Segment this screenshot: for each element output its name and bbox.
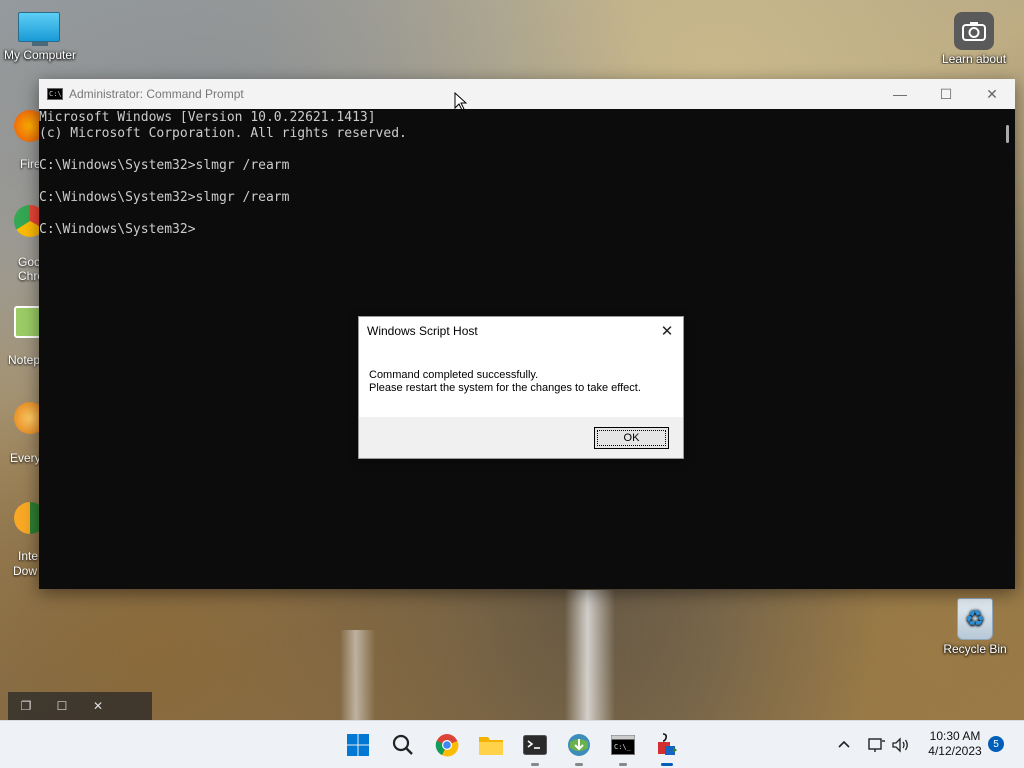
terminal-icon xyxy=(523,735,547,755)
clock-time: 10:30 AM xyxy=(929,729,981,743)
file-explorer-icon xyxy=(479,737,503,755)
system-clock[interactable]: 10:30 AM 4/12/2023 xyxy=(920,729,990,759)
desktop-icon-label: Fire xyxy=(20,157,41,171)
dialog-footer: OK xyxy=(359,417,683,458)
desktop-icon-label: Learn about xyxy=(941,52,1007,64)
camera-icon xyxy=(954,12,994,50)
volume-icon xyxy=(892,737,908,753)
desktop-icon-recycle-bin[interactable]: ♻ Recycle Bin xyxy=(935,598,1015,656)
windows-script-host-dialog[interactable]: Windows Script Host ✕ Command completed … xyxy=(358,316,684,459)
running-indicator xyxy=(619,763,627,766)
wallpaper-waterfall xyxy=(565,590,615,720)
command-prompt-icon: C:\_ xyxy=(611,735,635,755)
search-button[interactable] xyxy=(387,729,419,761)
console-line: C:\Windows\System32>slmgr /rearm xyxy=(39,190,290,205)
desktop-icon-label: My Computer xyxy=(3,48,77,62)
console-line: C:\Windows\System32>slmgr /rearm xyxy=(39,158,290,173)
script-host-icon xyxy=(658,733,677,755)
dialog-message-line: Command completed successfully. xyxy=(369,369,539,381)
network-status[interactable] xyxy=(867,721,887,768)
desktop-icon-label: Goo xyxy=(18,255,41,269)
scrollbar-thumb[interactable] xyxy=(1006,125,1009,143)
ok-button[interactable]: OK xyxy=(594,426,669,449)
recycle-bin-icon: ♻ xyxy=(957,598,993,640)
taskbar-terminal[interactable] xyxy=(519,729,551,766)
terminal-restore-icon[interactable]: ❐ xyxy=(8,699,44,713)
svg-text:C:\_: C:\_ xyxy=(614,743,632,751)
minimize-button[interactable]: — xyxy=(877,79,923,109)
dialog-message-line: Please restart the system for the change… xyxy=(369,382,641,394)
console-prompt: C:\Windows\System32> xyxy=(39,222,196,237)
clock-date: 4/12/2023 xyxy=(928,744,982,758)
desktop-icon-label: Every xyxy=(10,451,41,465)
console-line: Microsoft Windows [Version 10.0.22621.14… xyxy=(39,110,376,125)
console-line: (c) Microsoft Corporation. All rights re… xyxy=(39,126,407,141)
taskbar: C:\_ 10:30 AM 4/12/2023 xyxy=(0,720,1024,768)
minimized-window-bar[interactable]: ❐ ☐ ✕ xyxy=(8,692,152,720)
taskbar-file-explorer[interactable] xyxy=(475,729,507,761)
window-title: Administrator: Command Prompt xyxy=(69,87,244,101)
mouse-cursor-icon xyxy=(454,91,468,116)
search-icon xyxy=(392,734,413,755)
start-icon xyxy=(347,734,369,756)
desktop-icon-my-computer[interactable]: My Computer xyxy=(0,12,80,62)
maximize-button[interactable]: ☐ xyxy=(44,699,80,713)
tray-overflow-chevron[interactable] xyxy=(836,721,852,768)
taskbar-command-prompt[interactable]: C:\_ xyxy=(607,729,639,766)
monitor-icon xyxy=(18,12,62,46)
running-indicator xyxy=(531,763,539,766)
desktop-icon-label: Inte xyxy=(18,549,39,563)
network-icon xyxy=(868,738,885,752)
desktop-icon-label: Dow xyxy=(13,564,38,578)
running-indicator xyxy=(575,763,583,766)
active-indicator xyxy=(661,763,673,766)
window-titlebar[interactable]: C:\ Administrator: Command Prompt — ☐ ✕ xyxy=(39,79,1015,109)
desktop-icon-label: Recycle Bin xyxy=(943,642,1007,656)
desktop-icon-label: Notep xyxy=(8,353,41,367)
close-button[interactable]: ✕ xyxy=(80,699,116,713)
start-button[interactable] xyxy=(342,729,374,761)
command-prompt-icon: C:\ xyxy=(47,88,63,100)
notification-badge[interactable]: 5 xyxy=(988,736,1004,752)
close-button[interactable]: ✕ xyxy=(969,79,1015,109)
dialog-close-button[interactable]: ✕ xyxy=(651,317,683,345)
volume-control[interactable] xyxy=(891,721,911,768)
dialog-titlebar[interactable]: Windows Script Host ✕ xyxy=(359,317,683,345)
vertical-scrollbar[interactable] xyxy=(999,109,1015,589)
taskbar-internet-download-manager[interactable] xyxy=(563,729,595,766)
chrome-icon xyxy=(435,734,459,757)
desktop-icon-learn-about[interactable]: Learn about xyxy=(934,12,1014,64)
internet-download-manager-icon xyxy=(568,734,590,756)
taskbar-chrome[interactable] xyxy=(431,729,463,761)
chevron-up-icon xyxy=(838,740,850,748)
taskbar-windows-script-host[interactable] xyxy=(651,729,683,766)
maximize-button[interactable]: ☐ xyxy=(923,79,969,109)
wallpaper-waterfall xyxy=(340,630,375,720)
dialog-message: Command completed successfully. Please r… xyxy=(359,345,683,417)
dialog-title: Windows Script Host xyxy=(367,324,478,338)
